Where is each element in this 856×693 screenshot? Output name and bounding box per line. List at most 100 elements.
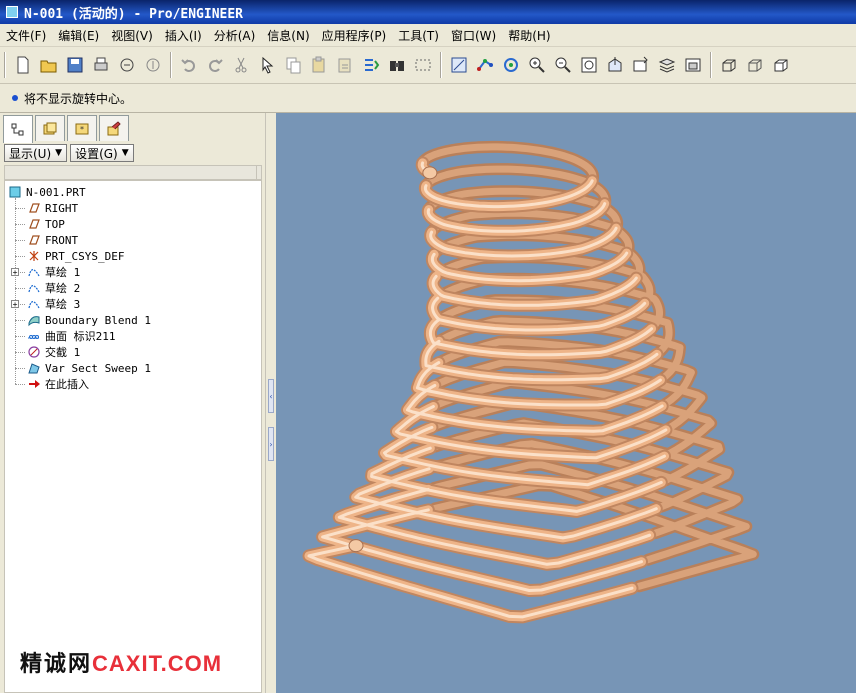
toolbar-separator: [4, 52, 6, 78]
tree-item[interactable]: 交截 1: [26, 344, 80, 360]
tree-item-label: 曲面 标识211: [45, 330, 116, 343]
tree-item-label: 草绘 3: [45, 298, 81, 311]
tree-item-label: TOP: [45, 217, 65, 231]
spin-center-icon[interactable]: [473, 53, 497, 77]
tree-item[interactable]: Var Sect Sweep 1: [26, 360, 151, 376]
tree-connector: [15, 336, 25, 337]
tree-item-label: 草绘 2: [45, 282, 81, 295]
tree-item-label: 交截 1: [45, 346, 81, 359]
show-button-label: 显示(U): [9, 146, 52, 161]
menu-tools[interactable]: 工具(T): [392, 27, 445, 44]
paste-special-icon[interactable]: [333, 53, 357, 77]
folder-browser-tab-icon[interactable]: [35, 115, 65, 141]
tree-connector: [15, 368, 25, 369]
save-icon[interactable]: [63, 53, 87, 77]
tree-item-label: 在此插入: [45, 378, 89, 391]
mail-recipient-icon[interactable]: [141, 53, 165, 77]
send-mail-icon[interactable]: [115, 53, 139, 77]
favorites-tab-icon[interactable]: *: [67, 115, 97, 141]
menu-insert[interactable]: 插入(I): [159, 27, 208, 44]
graphics-window[interactable]: [276, 113, 856, 693]
toolbar-separator: [440, 52, 442, 78]
repaint-icon[interactable]: [447, 53, 471, 77]
tree-item[interactable]: PRT_CSYS_DEF: [26, 248, 124, 264]
refit-icon[interactable]: [577, 53, 601, 77]
copy-icon[interactable]: [281, 53, 305, 77]
menu-analysis[interactable]: 分析(A): [208, 27, 262, 44]
tree-item-label: RIGHT: [45, 201, 79, 215]
paste-icon[interactable]: [307, 53, 331, 77]
tree-expand-icon[interactable]: +: [11, 268, 19, 277]
connections-tab-icon[interactable]: [99, 115, 129, 141]
tree-root-label: N-001.PRT: [26, 185, 86, 199]
expand-right-icon[interactable]: ›: [268, 427, 274, 461]
message-text: 将不显示旋转中心。: [24, 91, 133, 106]
redo-icon[interactable]: [203, 53, 227, 77]
saved-views-icon[interactable]: [629, 53, 653, 77]
tree-item[interactable]: 草绘 2: [26, 280, 80, 296]
menu-applications[interactable]: 应用程序(P): [316, 27, 393, 44]
menu-window[interactable]: 窗口(W): [445, 27, 502, 44]
wireframe-icon[interactable]: [717, 53, 741, 77]
selection-box-icon[interactable]: [411, 53, 435, 77]
tree-item[interactable]: 在此插入: [26, 376, 89, 392]
column-resize-handle[interactable]: [256, 166, 261, 179]
zoom-out-icon[interactable]: [551, 53, 575, 77]
tree-item[interactable]: 草绘 3: [26, 296, 80, 312]
site-watermark: 精诚网 CAXIT.COM: [20, 646, 222, 678]
tree-connector: [15, 208, 25, 209]
orient-mode-icon[interactable]: [499, 53, 523, 77]
menu-info[interactable]: 信息(N): [261, 27, 315, 44]
collapse-left-icon[interactable]: ‹: [268, 379, 274, 413]
helical-spring-model[interactable]: [276, 113, 856, 693]
show-dropdown-button[interactable]: 显示(U) ▼: [4, 144, 68, 162]
tree-connector: [15, 384, 25, 385]
tree-connector: [15, 288, 25, 289]
tree-expand-icon[interactable]: +: [11, 300, 19, 309]
window-title: N-001 (活动的) - Pro/ENGINEER: [24, 6, 244, 22]
tree-item[interactable]: 草绘 1: [26, 264, 80, 280]
insert-here-arrow-icon: [26, 377, 42, 391]
no-hidden-icon[interactable]: [769, 53, 793, 77]
tree-item[interactable]: RIGHT: [26, 200, 78, 216]
cut-icon[interactable]: [229, 53, 253, 77]
watermark-chinese: 精诚网: [20, 652, 93, 677]
zoom-in-icon[interactable]: [525, 53, 549, 77]
menu-help[interactable]: 帮助(H): [502, 27, 556, 44]
open-file-icon[interactable]: [37, 53, 61, 77]
menu-file[interactable]: 文件(F): [0, 27, 52, 44]
menu-bar: 文件(F) 编辑(E) 视图(V) 插入(I) 分析(A) 信息(N) 应用程序(P) 工具(…: [0, 24, 856, 47]
tree-root-item[interactable]: N-001.PRT: [7, 184, 86, 200]
variable-section-sweep-icon: [26, 361, 42, 375]
print-icon[interactable]: [89, 53, 113, 77]
new-file-icon[interactable]: [11, 53, 35, 77]
chevron-down-icon: ▼: [121, 148, 129, 158]
tree-item-label: Var Sect Sweep 1: [45, 361, 151, 375]
hidden-line-icon[interactable]: [743, 53, 767, 77]
tree-item[interactable]: 曲面 标识211: [26, 328, 116, 344]
settings-dropdown-button[interactable]: 设置(G) ▼: [70, 144, 134, 162]
reorient-icon[interactable]: [603, 53, 627, 77]
sketch-icon: [26, 265, 42, 279]
regenerate-icon[interactable]: [359, 53, 383, 77]
part-icon: [7, 185, 23, 199]
view-manager-icon[interactable]: [681, 53, 705, 77]
select-arrow-icon[interactable]: [255, 53, 279, 77]
find-binoculars-icon[interactable]: [385, 53, 409, 77]
model-tree-tab-icon[interactable]: [3, 115, 33, 143]
tree-item-label: PRT_CSYS_DEF: [45, 249, 125, 263]
menu-edit[interactable]: 编辑(E): [52, 27, 105, 44]
tree-item[interactable]: FRONT: [26, 232, 78, 248]
sketch-icon: [26, 281, 42, 295]
toolbar-separator: [170, 52, 172, 78]
spring-end-cap: [348, 539, 364, 553]
menu-view[interactable]: 视图(V): [105, 27, 159, 44]
layers-icon[interactable]: [655, 53, 679, 77]
intersect-icon: [26, 345, 42, 359]
panel-splitter[interactable]: ‹ ›: [265, 113, 276, 693]
undo-icon[interactable]: [177, 53, 201, 77]
settings-button-label: 设置(G): [75, 146, 118, 161]
tree-item[interactable]: TOP: [26, 216, 65, 232]
app-icon: [6, 6, 18, 18]
tree-item[interactable]: Boundary Blend 1: [26, 312, 151, 328]
